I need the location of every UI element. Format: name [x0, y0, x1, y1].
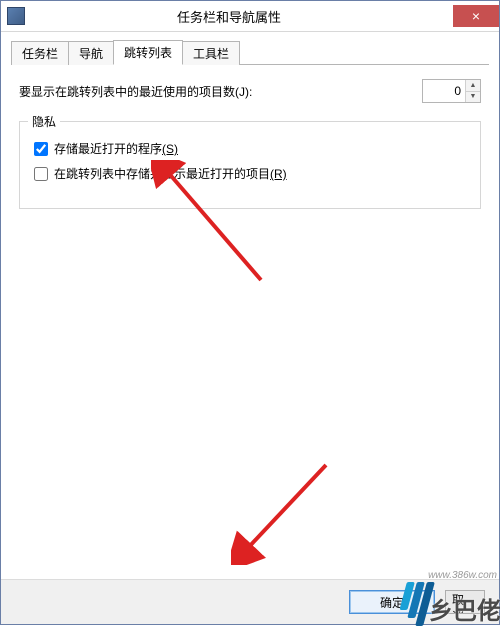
- app-icon: [7, 7, 25, 25]
- button-bar: 确定 取消: [1, 579, 499, 624]
- content-area: 要显示在跳转列表中的最近使用的项目数(J): ▲ ▼ 隐私 存储最近打开的程序(…: [1, 65, 499, 579]
- privacy-legend: 隐私: [28, 113, 60, 130]
- spinner-down[interactable]: ▼: [466, 92, 480, 103]
- titlebar: 任务栏和导航属性 ×: [1, 1, 499, 32]
- tab-toolbars[interactable]: 工具栏: [182, 41, 240, 65]
- tab-label: 任务栏: [22, 47, 58, 61]
- tab-label: 导航: [79, 47, 103, 61]
- tab-label: 跳转列表: [124, 46, 172, 60]
- close-button[interactable]: ×: [453, 5, 499, 27]
- ok-button[interactable]: 确定: [349, 590, 435, 614]
- jumplist-count-input[interactable]: [423, 80, 465, 102]
- store-programs-row[interactable]: 存储最近打开的程序(S): [34, 140, 470, 157]
- spinner-up[interactable]: ▲: [466, 80, 480, 92]
- label-text: 存储最近打开的程序: [54, 142, 162, 156]
- label-accel: (S): [162, 142, 178, 156]
- store-items-row[interactable]: 在跳转列表中存储并显示最近打开的项目(R): [34, 165, 470, 182]
- tab-taskbar[interactable]: 任务栏: [11, 41, 69, 65]
- dialog-window: 任务栏和导航属性 × 任务栏 导航 跳转列表 工具栏 要显示在跳转列表中的最近使…: [0, 0, 500, 625]
- annotation-arrow-bottom: [231, 455, 341, 565]
- jumplist-count-spinner[interactable]: ▲ ▼: [422, 79, 481, 103]
- label-text: 在跳转列表中存储并显示最近打开的项目: [54, 167, 270, 181]
- jumplist-count-row: 要显示在跳转列表中的最近使用的项目数(J): ▲ ▼: [19, 79, 481, 103]
- store-programs-label: 存储最近打开的程序(S): [54, 140, 178, 157]
- store-items-checkbox[interactable]: [34, 167, 48, 181]
- store-programs-checkbox[interactable]: [34, 142, 48, 156]
- tab-navigation[interactable]: 导航: [68, 41, 114, 65]
- tabstrip: 任务栏 导航 跳转列表 工具栏: [11, 40, 489, 65]
- tab-jumplist[interactable]: 跳转列表: [113, 40, 183, 65]
- jumplist-count-label: 要显示在跳转列表中的最近使用的项目数(J):: [19, 83, 252, 100]
- store-items-label: 在跳转列表中存储并显示最近打开的项目(R): [54, 165, 287, 182]
- tabstrip-container: 任务栏 导航 跳转列表 工具栏: [1, 32, 499, 65]
- tab-label: 工具栏: [193, 47, 229, 61]
- cancel-button[interactable]: 取消: [445, 590, 485, 614]
- window-title: 任务栏和导航属性: [25, 7, 453, 26]
- label-accel: (R): [270, 167, 287, 181]
- close-icon: ×: [472, 9, 480, 23]
- privacy-groupbox: 隐私 存储最近打开的程序(S) 在跳转列表中存储并显示最近打开的项目(R): [19, 121, 481, 209]
- spinner-arrows: ▲ ▼: [465, 80, 480, 102]
